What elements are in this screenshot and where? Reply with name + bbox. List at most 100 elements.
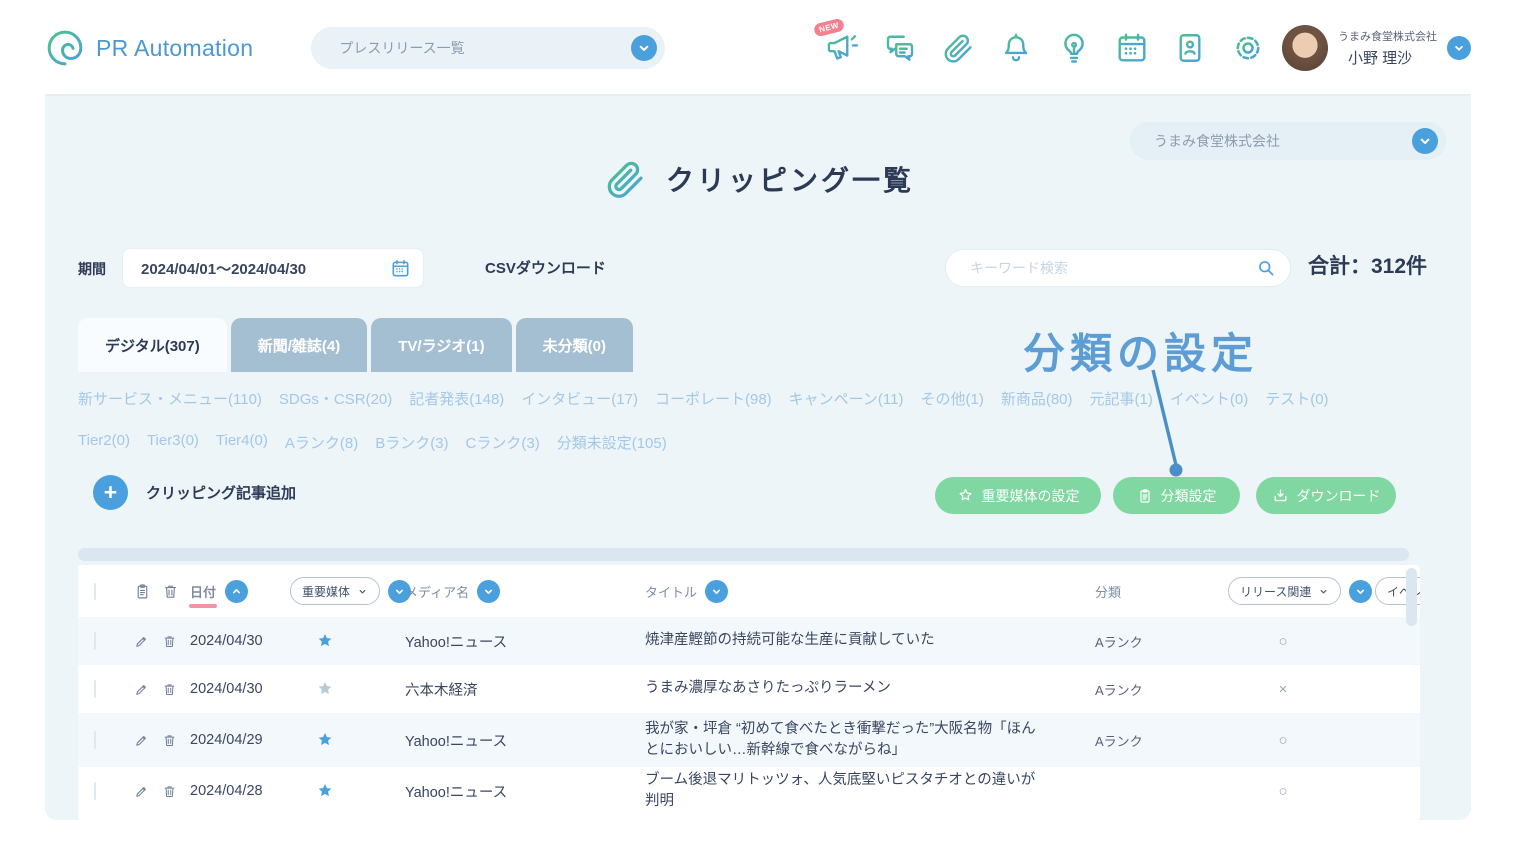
row-title[interactable]: 我が家・坪倉 “初めて食べたとき衝撃だった”大阪名物「ほんとにおいしい…新幹線で… [600,719,1050,761]
total-count: 合計：312件 [1308,250,1427,280]
paperclip-icon[interactable] [940,30,976,66]
page-nav-label: プレスリリース一覧 [339,38,464,58]
category-filter-row-1: 新サービス・メニュー(110) SDGs・CSR(20) 記者発表(148) イ… [78,388,1329,409]
tab-tv-radio[interactable]: TV/ラジオ(1) [371,318,511,372]
row-category: Aランク [1050,731,1200,750]
annotation-arrow [1135,364,1205,484]
avatar[interactable] [1282,25,1328,71]
star-icon[interactable] [315,730,335,750]
row-title[interactable]: ブーム後退マリトッツォ、人気底堅いピスタチオとの違いが判明 [600,770,1050,812]
category-link[interactable]: 記者発表(148) [409,388,504,409]
edit-pencil-icon[interactable] [134,682,162,697]
select-all-checkbox[interactable] [94,583,96,600]
id-card-icon[interactable] [1172,30,1208,66]
category-link[interactable]: Bランク(3) [375,432,448,453]
category-link[interactable]: Aランク(8) [285,432,358,453]
row-release-mark: ○ [1200,732,1366,749]
table-row: 2024/04/28 Yahoo!ニュース ブーム後退マリトッツォ、人気底堅いピ… [78,767,1420,815]
chat-icon[interactable] [882,30,918,66]
lightbulb-icon[interactable] [1056,30,1092,66]
download-button[interactable]: ダウンロード [1256,477,1396,514]
keyword-search[interactable] [945,249,1291,287]
profile-chevron-down-icon[interactable] [1447,36,1471,60]
column-header-title[interactable]: タイトル [645,582,697,601]
gear-icon[interactable] [1230,30,1266,66]
star-icon[interactable] [315,631,335,651]
row-category: Aランク [1050,680,1200,699]
category-link[interactable]: Cランク(3) [466,432,540,453]
category-link[interactable]: その他(1) [920,388,983,409]
category-link[interactable]: 新商品(80) [1001,388,1073,409]
row-checkbox[interactable] [94,731,96,749]
tab-unclassified[interactable]: 未分類(0) [516,318,633,372]
trash-icon[interactable] [162,634,190,649]
trash-icon[interactable] [162,583,190,600]
bell-icon[interactable] [998,30,1034,66]
category-link[interactable]: 新サービス・メニュー(110) [78,388,262,409]
row-checkbox[interactable] [94,680,96,698]
category-link[interactable]: インタビュー(17) [521,388,638,409]
date-range-input[interactable]: 2024/04/01〜2024/04/30 [122,248,424,288]
company-select-label: うまみ食堂株式会社 [1154,131,1280,151]
important-media-settings-button[interactable]: 重要媒体の設定 [935,477,1101,514]
row-date: 2024/04/30 [190,681,290,697]
plus-icon[interactable]: + [93,475,128,510]
category-link[interactable]: キャンペーン(11) [789,388,904,409]
star-icon[interactable] [315,679,335,699]
calendar-icon[interactable] [390,258,411,279]
row-title[interactable]: うまみ濃厚なあさりたっぷりラーメン [600,678,1050,699]
csv-download-link[interactable]: CSVダウンロード [485,257,606,278]
user-name: 小野 理沙 [1338,47,1437,68]
category-link[interactable]: SDGs・CSR(20) [279,388,392,409]
row-title[interactable]: 焼津産鰹節の持続可能な生産に貢献していた [600,630,1050,651]
classification-settings-label: 分類設定 [1161,486,1217,506]
trash-icon[interactable] [162,784,190,799]
clipboard-icon [1137,488,1153,504]
chevron-down-icon[interactable] [631,35,657,61]
horizontal-scrollbar[interactable] [78,548,1409,561]
edit-pencil-icon[interactable] [134,634,162,649]
category-link[interactable]: イベント(0) [1170,388,1248,409]
tab-digital[interactable]: デジタル(307) [78,318,227,372]
media-name-sort-icon[interactable] [477,580,500,603]
sort-asc-icon[interactable] [225,580,248,603]
row-release-mark: × [1200,681,1366,698]
star-icon[interactable] [315,781,335,801]
clipboard-icon[interactable] [134,583,162,600]
row-checkbox[interactable] [94,632,96,650]
category-link[interactable]: 元記事(1) [1090,388,1153,409]
release-filter-dropdown[interactable]: リリース関連 [1228,577,1341,605]
page-nav-dropdown[interactable]: プレスリリース一覧 [311,27,665,69]
category-link[interactable]: コーポレート(98) [655,388,772,409]
category-link[interactable]: Tier4(0) [216,432,268,453]
row-release-mark: ○ [1200,633,1366,650]
app-header: PR Automation プレスリリース一覧 NEW [0,0,1516,96]
trash-icon[interactable] [162,733,190,748]
user-profile[interactable]: うまみ食堂株式会社 小野 理沙 [1282,25,1471,71]
search-input[interactable] [968,259,1232,277]
calendar-icon[interactable] [1114,30,1150,66]
column-header-media-name[interactable]: メディア名 [405,582,469,601]
trash-icon[interactable] [162,682,190,697]
row-release-mark: ○ [1200,783,1366,800]
megaphone-icon[interactable]: NEW [824,30,860,66]
vertical-scrollbar[interactable] [1406,568,1417,626]
row-media-name: Yahoo!ニュース [360,631,600,652]
title-sort-icon[interactable] [705,580,728,603]
category-link[interactable]: テスト(0) [1265,388,1328,409]
category-link[interactable]: Tier2(0) [78,432,130,453]
chevron-down-icon[interactable] [1412,128,1438,154]
column-header-date[interactable]: 日付 [190,582,216,601]
company-select-dropdown[interactable]: うまみ食堂株式会社 [1130,122,1446,160]
tab-newspaper[interactable]: 新聞/雑誌(4) [231,318,368,372]
category-link[interactable]: 分類未設定(105) [557,432,667,453]
classification-settings-button[interactable]: 分類設定 [1113,477,1240,514]
edit-pencil-icon[interactable] [134,784,162,799]
category-link[interactable]: Tier3(0) [147,432,199,453]
download-label: ダウンロード [1297,486,1381,506]
edit-pencil-icon[interactable] [134,733,162,748]
search-icon[interactable] [1256,258,1276,278]
add-clipping-button[interactable]: + クリッピング記事追加 [93,475,296,510]
row-checkbox[interactable] [94,782,96,800]
release-sort-icon[interactable] [1349,580,1372,603]
